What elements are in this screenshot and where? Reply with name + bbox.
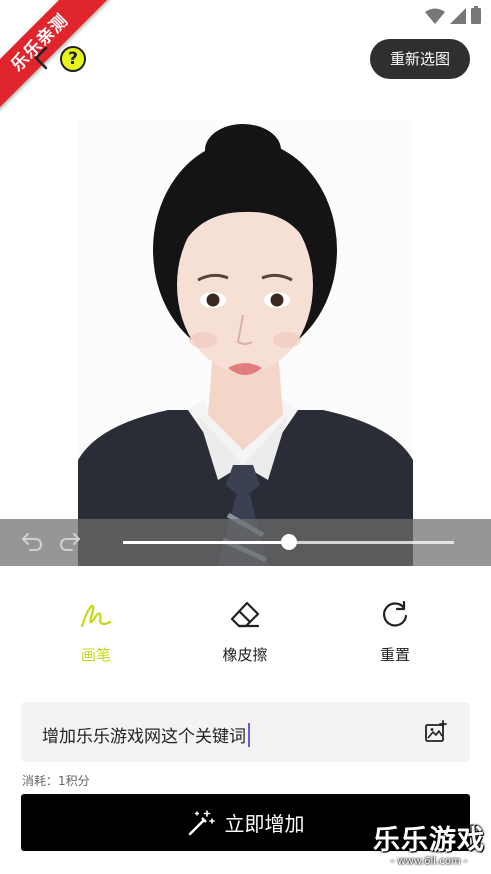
redo-icon[interactable] bbox=[58, 530, 82, 552]
battery-icon bbox=[471, 6, 481, 24]
prompt-value: 增加乐乐游戏网这个关键词 bbox=[42, 727, 246, 747]
site-watermark: 乐乐游戏 - www.6ll.com - bbox=[371, 826, 487, 874]
tool-eraser[interactable]: 橡皮擦 bbox=[200, 598, 290, 665]
eraser-icon bbox=[230, 601, 260, 628]
signal-icon bbox=[450, 8, 466, 24]
tool-brush-label: 画笔 bbox=[80, 646, 111, 664]
back-button[interactable] bbox=[30, 44, 52, 72]
chevron-left-icon bbox=[34, 46, 48, 70]
add-now-label: 立即增加 bbox=[224, 812, 305, 836]
help-button[interactable]: ? bbox=[60, 46, 86, 72]
cost-info: 消耗：1积分 bbox=[22, 774, 90, 788]
prompt-input[interactable]: 增加乐乐游戏网这个关键词 bbox=[21, 702, 470, 762]
undo-icon[interactable] bbox=[20, 530, 44, 552]
watermark-url: - www.6ll.com - bbox=[390, 856, 468, 867]
reset-icon bbox=[383, 600, 408, 627]
text-caret bbox=[248, 723, 250, 747]
brush-icon bbox=[80, 604, 112, 628]
slider-thumb[interactable] bbox=[280, 534, 297, 550]
tool-reset[interactable]: 重置 bbox=[350, 598, 440, 665]
slider-fill bbox=[123, 541, 289, 544]
reselect-image-button[interactable]: 重新选图 bbox=[370, 39, 470, 79]
brush-size-slider[interactable] bbox=[123, 534, 454, 550]
wifi-icon bbox=[425, 8, 445, 24]
watermark-title: 乐乐游戏 bbox=[373, 825, 485, 856]
edit-toolbar bbox=[0, 519, 491, 566]
status-icons bbox=[425, 6, 481, 24]
tool-selector: 画笔 橡皮擦 重置 bbox=[0, 598, 491, 668]
magic-wand-icon bbox=[188, 809, 215, 835]
ribbon-label: 乐乐亲测 bbox=[0, 0, 109, 112]
tool-eraser-label: 橡皮擦 bbox=[222, 646, 268, 664]
tool-brush[interactable]: 画笔 bbox=[51, 598, 141, 665]
add-image-icon[interactable] bbox=[424, 720, 448, 744]
portrait-image bbox=[78, 120, 413, 566]
tool-reset-label: 重置 bbox=[379, 646, 410, 664]
prompt-field[interactable]: 增加乐乐游戏网这个关键词 bbox=[42, 722, 250, 747]
portrait-photo[interactable] bbox=[78, 120, 413, 566]
